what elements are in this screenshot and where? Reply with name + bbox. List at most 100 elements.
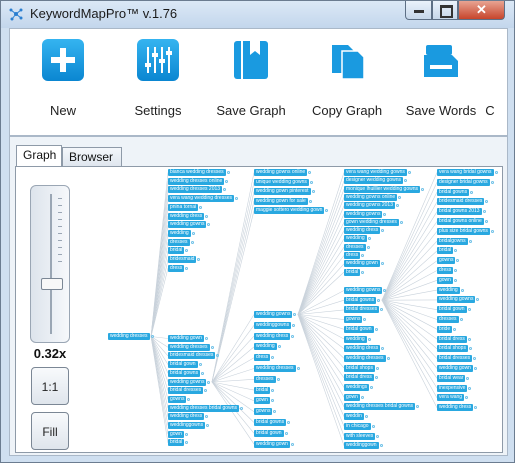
settings-button[interactable]: Settings [113, 39, 203, 118]
graph-node[interactable]: gown wedding dresses [344, 218, 403, 226]
graph-node[interactable]: dresses [254, 375, 279, 383]
graph-node[interactable]: weddinggowns [254, 321, 296, 329]
graph-node[interactable]: bridesmaid [168, 256, 202, 263]
graph-node[interactable]: bridal [254, 386, 275, 394]
graph-node[interactable]: bridal dresses [344, 306, 384, 314]
graph-node[interactable]: bridalgowns [437, 237, 472, 245]
graph-node[interactable]: wedding gown pinterest [254, 188, 315, 195]
graph-node[interactable]: weddin [344, 413, 368, 421]
graph-node[interactable]: wedding [344, 335, 371, 343]
graph-node[interactable]: bridal gowns 2013 [437, 208, 486, 216]
graph-node[interactable]: bridal gowns [168, 369, 205, 377]
graph-node[interactable]: wedding gowns [254, 311, 297, 318]
graph-node[interactable]: wedding gowns online [344, 193, 402, 201]
save-graph-button[interactable]: Save Graph [206, 39, 296, 118]
graph-node[interactable]: bridesmaid dresses [168, 352, 220, 360]
graph-node[interactable]: dress [168, 264, 189, 272]
graph-node[interactable]: dress [437, 267, 458, 274]
graph-node[interactable]: designer bridal gowns [437, 178, 494, 186]
graph-node[interactable]: wedding [254, 343, 281, 351]
graph-node[interactable]: weddinggown [344, 442, 383, 450]
graph-node[interactable]: bridesmaid dresses [437, 198, 489, 206]
graph-node[interactable]: bridal gown [254, 429, 288, 437]
title-bar[interactable]: KeywordMapPro™ v.1.76 ✕ [1, 1, 514, 28]
graph-node[interactable]: dresses [437, 316, 462, 323]
graph-node[interactable]: wedding dress [254, 332, 295, 340]
new-button[interactable]: New [18, 39, 108, 118]
graph-node[interactable]: wedding [168, 229, 195, 237]
graph-node[interactable]: gowns [168, 395, 192, 403]
graph-node[interactable]: bridal gowns [437, 188, 474, 196]
graph-node[interactable]: bridal dress [437, 335, 471, 343]
graph-node[interactable]: bridal gown [168, 361, 202, 369]
graph-node[interactable]: wedding gowns online [254, 169, 312, 176]
graph-node[interactable]: wedding gowns 2013 [344, 202, 399, 210]
graph-node[interactable]: wedding dress [168, 212, 209, 220]
graph-node[interactable]: unique wedding gowns [254, 178, 313, 186]
graph-node[interactable]: bridal dresses [168, 387, 208, 395]
graph-node[interactable]: wedding gown [437, 365, 477, 372]
graph-node[interactable]: wedding dress [437, 404, 478, 412]
graph-node[interactable]: wedding dresses bridal gowns [168, 404, 243, 412]
close-button[interactable]: ✕ [458, 1, 505, 20]
graph-node[interactable]: vera wang wedding gowns [344, 169, 411, 176]
graph-node[interactable]: vera wang [437, 394, 469, 402]
graph-node[interactable]: bridal shops [344, 364, 379, 372]
graph-node[interactable]: vera wang wedding dresses [168, 195, 238, 203]
graph-node[interactable]: wedding gowns [344, 210, 387, 218]
graph-node[interactable]: wedding dress [168, 413, 209, 421]
graph-node-root[interactable]: wedding dresses [108, 333, 154, 340]
graph-node[interactable]: bridal gowns [344, 296, 381, 304]
graph-node[interactable]: plus size bridal gowns [437, 227, 494, 235]
partial-toolbar-button[interactable]: C [470, 39, 507, 118]
graph-node[interactable]: wedding [437, 286, 464, 294]
graph-node[interactable]: weddinggowns [168, 422, 210, 429]
graph-node[interactable]: vera wang bridal gowns [437, 169, 498, 176]
graph-node[interactable]: wedding dresses 2013 [168, 186, 227, 194]
graph-node[interactable]: dress [344, 252, 365, 259]
graph-node[interactable]: wedding gown [344, 260, 384, 268]
graph-node[interactable]: pnina tornai [168, 203, 203, 211]
graph-node[interactable]: bridal dresses [437, 355, 477, 363]
graph-node[interactable]: in chicago [344, 422, 374, 430]
graph-node[interactable]: with sleeves [344, 432, 380, 440]
graph-node[interactable]: bridal [437, 247, 458, 255]
graph-node[interactable]: wedding dresses bridal gowns [344, 403, 419, 411]
graph-node[interactable]: bridal shops [437, 345, 472, 353]
graph-node[interactable]: gowns [344, 316, 368, 324]
tab-graph[interactable]: Graph [16, 145, 62, 167]
graph-node[interactable]: bridal [344, 268, 365, 276]
graph-node[interactable]: weddings [344, 384, 374, 391]
graph-node[interactable]: bride [437, 325, 457, 333]
graph-node[interactable]: bridal gowns online [437, 218, 488, 225]
graph-node[interactable]: gown [168, 430, 188, 438]
graph-node[interactable]: wedding gowns [168, 378, 211, 386]
graph-node[interactable]: dresses [168, 238, 193, 246]
graph-node[interactable]: wedding gown [168, 335, 208, 342]
graph-node[interactable]: gowns [437, 257, 461, 265]
graph-node[interactable]: wedding dress [344, 345, 385, 353]
copy-graph-button[interactable]: Copy Graph [302, 39, 392, 118]
graph-node[interactable]: wedding gown [254, 440, 294, 448]
graph-node[interactable]: bridal gowns [254, 419, 291, 426]
graph-node[interactable]: monique lhuillier wedding gowns [344, 185, 424, 193]
graph-node[interactable]: wedding gowns [437, 296, 480, 304]
graph-node[interactable]: gowns [254, 408, 278, 416]
graph-node[interactable]: gown [344, 393, 364, 401]
graph-node[interactable]: wedding gowns [344, 287, 387, 294]
graph-node[interactable]: wedding gowns [168, 221, 211, 229]
graph-node[interactable]: designer wedding gowns [344, 177, 408, 185]
graph-node[interactable]: gown [254, 397, 274, 405]
graph-node[interactable]: wedding [344, 235, 371, 243]
maximize-button[interactable] [432, 1, 458, 20]
tab-browser[interactable]: Browser [62, 147, 122, 166]
minimize-button[interactable] [405, 1, 432, 20]
graph-node[interactable]: wedding dress [344, 227, 385, 235]
graph-node[interactable]: bridal gown [344, 325, 378, 333]
graph-node[interactable]: bridal [168, 247, 189, 255]
graph-node[interactable]: wedding dresses [168, 343, 214, 351]
graph-node[interactable]: bridal dress [344, 374, 378, 382]
graph-node[interactable]: wedding dresses [344, 354, 390, 362]
graph-node[interactable]: maggie sottero wedding gown [254, 207, 329, 214]
graph-node[interactable]: bianca wedding dresses [168, 169, 230, 176]
